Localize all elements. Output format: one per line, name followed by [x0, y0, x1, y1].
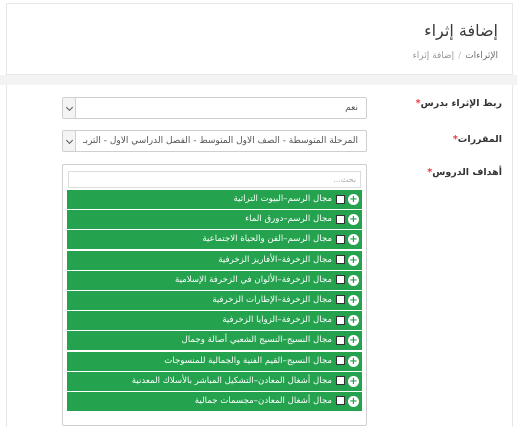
- lesson-item[interactable]: + مجال أشغال المعادن–مجسمات جمالية: [67, 391, 362, 411]
- lesson-item-label: مجال الزخرفة–الأفاريز الزخرفية: [218, 254, 332, 265]
- lesson-item-label: مجال الزخرفة–الألوان في الزخرفة الإسلامي…: [174, 274, 332, 285]
- curricula-label: المقررات*: [453, 134, 502, 145]
- lesson-checkbox[interactable]: [336, 396, 345, 406]
- lesson-objectives-label: أهداف الدروس*: [427, 167, 502, 178]
- lesson-item-label: مجال أشغال المعادن–التشكيل المباشر بالأس…: [131, 375, 332, 386]
- lesson-item[interactable]: + مجال الرسم–البيوت التراثية: [67, 190, 362, 209]
- link-to-lesson-value: نعم: [345, 103, 358, 113]
- lesson-checkbox[interactable]: [336, 234, 345, 244]
- chevron-down-icon: [65, 103, 73, 111]
- lesson-checkbox[interactable]: [336, 275, 345, 285]
- lesson-list: + مجال الرسم–البيوت التراثية + مجال الرسم–د…: [67, 190, 362, 412]
- lesson-item[interactable]: + مجال الزخرفة–الإطارات الزخرفية: [67, 290, 362, 310]
- plus-circle-icon[interactable]: +: [348, 395, 359, 407]
- plus-circle-icon[interactable]: +: [348, 294, 359, 306]
- lesson-item[interactable]: + مجال النسيج–النسيج الشعبي أصالة وجمال: [67, 331, 362, 351]
- lesson-item[interactable]: + مجال النسيج–القيم الفنية والجمالية للمن…: [67, 351, 362, 371]
- plus-circle-icon[interactable]: +: [348, 315, 359, 327]
- plus-circle-icon[interactable]: +: [348, 254, 359, 266]
- breadcrumb: الإثراءات/إضافة إثراء: [413, 51, 498, 61]
- lesson-item-label: مجال الرسم–دورق الماء: [245, 214, 332, 225]
- lesson-item[interactable]: + مجال أشغال المعادن–التشكيل المباشر بالأ…: [67, 371, 362, 391]
- breadcrumb-current: إضافة إثراء: [412, 51, 455, 61]
- dropdown-toggle[interactable]: [63, 98, 76, 118]
- chevron-down-icon: [65, 136, 73, 144]
- lesson-item[interactable]: + مجال الزخرفة–الألوان في الزخرفة الإسلام…: [67, 270, 362, 290]
- lesson-objectives-multiselect: + مجال الرسم–البيوت التراثية + مجال الرسم–د…: [62, 164, 367, 426]
- lesson-item-label: مجال النسيج–النسيج الشعبي أصالة وجمال: [181, 335, 332, 346]
- curricula-select[interactable]: المرحلة المتوسطة - الصف الأول المتوسط - …: [62, 130, 367, 152]
- plus-circle-icon[interactable]: +: [348, 194, 359, 205]
- page-title: إضافة إثراء: [424, 21, 498, 40]
- lesson-checkbox[interactable]: [336, 214, 345, 224]
- plus-circle-icon[interactable]: +: [348, 375, 359, 387]
- plus-circle-icon[interactable]: +: [348, 234, 359, 246]
- lesson-checkbox[interactable]: [336, 295, 345, 305]
- plus-circle-icon[interactable]: +: [348, 335, 359, 347]
- page-header: إضافة إثراء الإثراءات/إضافة إثراء: [6, 3, 513, 75]
- lesson-checkbox[interactable]: [336, 335, 345, 345]
- plus-circle-icon[interactable]: +: [348, 355, 359, 367]
- link-to-lesson-label-text: ربط الإثراء بدرس: [420, 98, 502, 109]
- lesson-item[interactable]: + مجال الرسم–دورق الماء: [67, 210, 362, 230]
- lesson-item-label: مجال أشغال المعادن–مجسمات جمالية: [194, 395, 332, 406]
- lesson-checkbox[interactable]: [336, 194, 345, 204]
- section-divider: [0, 75, 517, 85]
- lesson-item-label: مجال الرسم–البيوت التراثية: [233, 194, 332, 204]
- lesson-item-label: مجال الزخرفة–الزوايا الزخرفية: [222, 315, 332, 326]
- link-to-lesson-select[interactable]: نعم: [62, 97, 367, 119]
- lesson-item[interactable]: + مجال الرسم–الفن والحياة الاجتماعية: [67, 230, 362, 250]
- lesson-item-label: مجال النسيج–القيم الفنية والجمالية للمنس…: [164, 355, 332, 366]
- curricula-value: المرحلة المتوسطة - الصف الأول المتوسط - …: [83, 136, 358, 146]
- lesson-item-label: مجال الزخرفة–الإطارات الزخرفية: [212, 294, 332, 305]
- lesson-checkbox[interactable]: [336, 376, 345, 386]
- plus-circle-icon[interactable]: +: [348, 274, 359, 286]
- dropdown-toggle[interactable]: [63, 131, 76, 151]
- lesson-checkbox[interactable]: [336, 255, 345, 265]
- lesson-item[interactable]: + مجال الزخرفة–الزوايا الزخرفية: [67, 311, 362, 331]
- lesson-checkbox[interactable]: [336, 315, 345, 325]
- plus-circle-icon[interactable]: +: [348, 214, 359, 226]
- lesson-item[interactable]: + مجال الزخرفة–الأفاريز الزخرفية: [67, 250, 362, 270]
- lesson-objectives-label-text: أهداف الدروس: [432, 167, 502, 178]
- breadcrumb-parent-link[interactable]: الإثراءات: [465, 51, 498, 61]
- lesson-checkbox[interactable]: [336, 356, 345, 365]
- lesson-search-input[interactable]: [68, 171, 361, 188]
- lesson-item-label: مجال الرسم–الفن والحياة الاجتماعية: [202, 234, 332, 245]
- breadcrumb-separator: /: [458, 51, 462, 61]
- link-to-lesson-label: ربط الإثراء بدرس*: [416, 98, 502, 109]
- curricula-label-text: المقررات: [457, 134, 502, 145]
